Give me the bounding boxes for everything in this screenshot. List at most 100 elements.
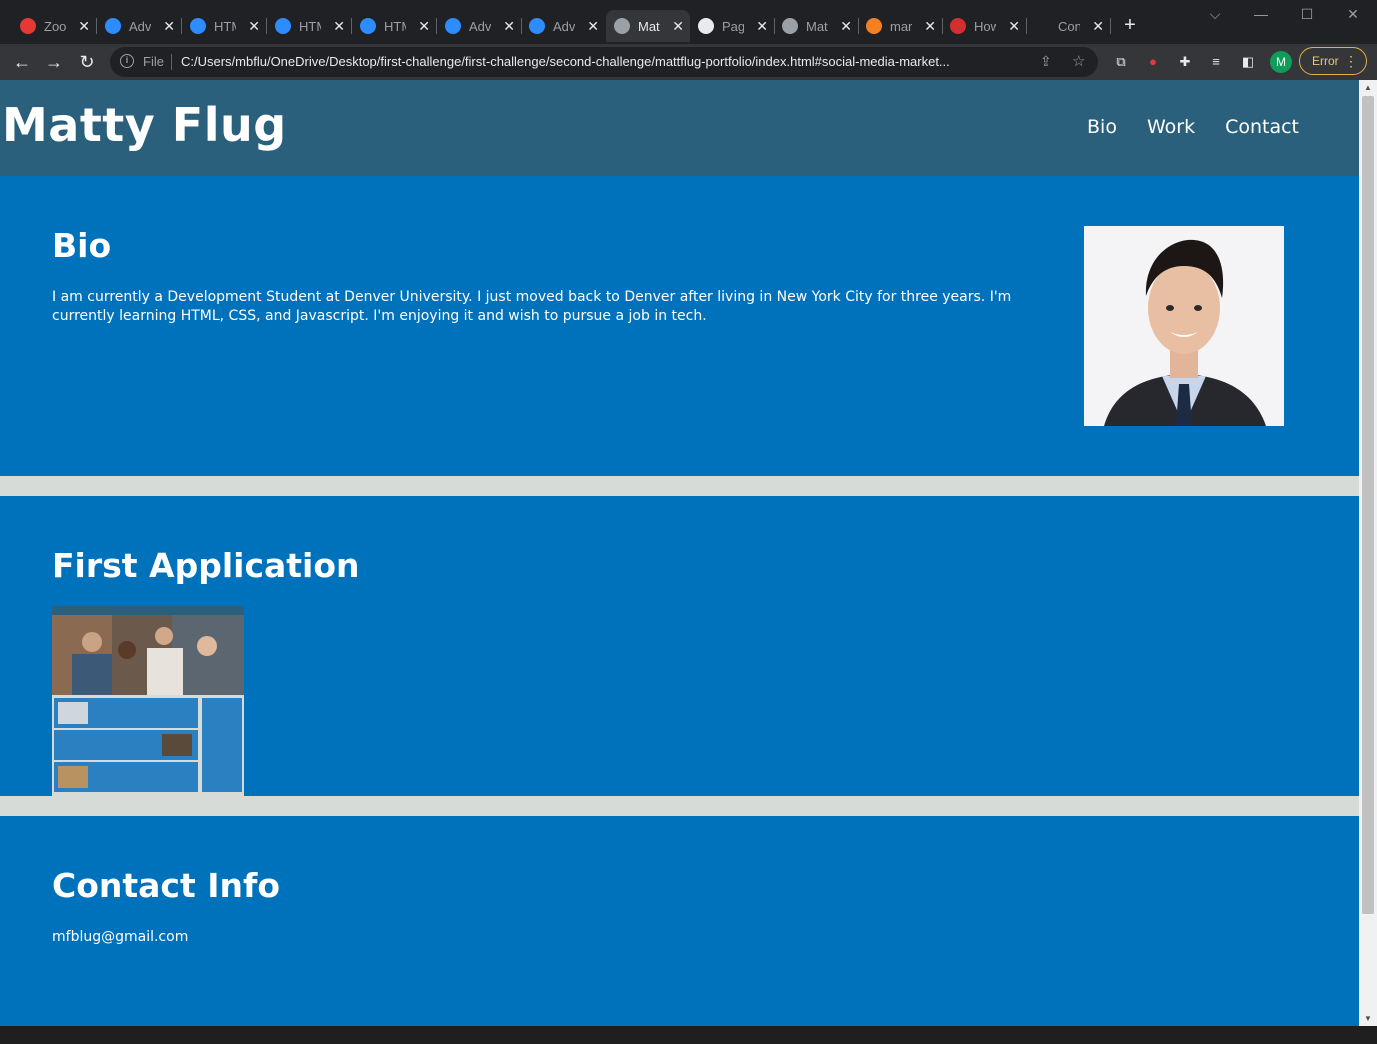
extension-translate-icon[interactable]: ⧉ [1112,53,1130,71]
tab-title: mar [890,18,912,34]
tab-title: HTM [214,18,236,34]
tab-title: Pag [722,18,744,34]
tab-title: HTM [299,18,321,34]
reload-icon[interactable]: ↻ [75,50,99,74]
browser-tab[interactable]: HTM ✕ [182,10,267,42]
bio-text: I am currently a Development Student at … [52,289,1012,324]
window-close-icon[interactable]: ✕ [1343,6,1363,23]
tab-close-icon[interactable]: ✕ [78,18,90,34]
work-section: First Application [0,496,1359,796]
site-nav: Bio Work Contact [1087,116,1299,138]
tab-close-icon[interactable]: ✕ [587,18,599,34]
site-header: Matty Flug Bio Work Contact [0,80,1359,176]
side-panel-icon[interactable]: ◧ [1239,53,1257,71]
browser-tab[interactable]: Con ✕ [1026,10,1111,42]
tab-close-icon[interactable]: ✕ [248,18,260,34]
error-label: Error [1312,54,1339,68]
tab-favicon-icon [360,18,376,34]
work-heading: First Application [52,546,360,585]
scrollbar-thumb[interactable] [1362,96,1374,914]
tab-close-icon[interactable]: ✕ [1092,18,1104,34]
browser-tab[interactable]: Zoo ✕ [12,10,97,42]
scroll-down-arrow-icon[interactable]: ▼ [1364,1014,1372,1023]
browser-tab[interactable]: How ✕ [942,10,1027,42]
browser-tab[interactable]: Mat ✕ [606,10,690,42]
tab-close-icon[interactable]: ✕ [756,18,768,34]
contact-heading: Contact Info [52,866,281,905]
browser-tab[interactable]: HTM ✕ [352,10,437,42]
share-icon[interactable]: ⇪ [1040,53,1052,70]
tab-title: Adv [129,18,151,34]
tab-favicon-icon [614,18,630,34]
profile-photo [1084,226,1284,426]
tab-title: Mat [638,18,660,34]
tab-title: How [974,18,996,34]
browser-tab[interactable]: Pag ✕ [690,10,775,42]
nav-link-work[interactable]: Work [1147,116,1195,138]
browser-tab[interactable]: Adv ✕ [97,10,182,42]
tab-close-icon[interactable]: ✕ [333,18,345,34]
browser-tab[interactable]: Mat ✕ [774,10,859,42]
contact-email[interactable]: mfblug@gmail.com [52,928,188,947]
error-button[interactable]: Error ⋮ [1299,47,1367,75]
bio-section: Bio I am currently a Development Student… [0,176,1359,476]
project-screenshot[interactable] [52,606,244,796]
bookmark-star-icon[interactable]: ☆ [1072,52,1085,70]
tab-favicon-icon [782,18,798,34]
tab-favicon-icon [1034,18,1050,34]
site-title: Matty Flug [2,98,287,152]
tab-separator [1110,18,1111,34]
tab-favicon-icon [950,18,966,34]
tab-close-icon[interactable]: ✕ [418,18,430,34]
tab-favicon-icon [20,18,36,34]
page-viewport: Matty Flug Bio Work Contact Bio I am cur… [0,80,1359,1026]
tab-favicon-icon [445,18,461,34]
nav-link-bio[interactable]: Bio [1087,116,1117,138]
tab-favicon-icon [866,18,882,34]
address-scheme: File [143,54,164,69]
extension-stop-icon[interactable]: ● [1144,53,1162,71]
nav-link-contact[interactable]: Contact [1225,116,1299,138]
tab-close-icon[interactable]: ✕ [672,18,684,34]
tab-strip: Zoo ✕ Adv ✕ HTM ✕ HTM ✕ HTM ✕ Adv ✕ Adv ✕ Mat ✕ Pag ✕ Mat ✕… [0,0,1377,44]
contact-section: Contact Info mfblug@gmail.com [0,816,1359,1026]
browser-toolbar: ← → ↻ i File C:/Users/mbflu/OneDrive/Des… [0,44,1377,80]
back-arrow-icon[interactable]: ← [10,50,34,74]
info-icon[interactable]: i [120,54,134,68]
browser-tab[interactable]: Adv ✕ [437,10,522,42]
scroll-up-arrow-icon[interactable]: ▲ [1364,83,1372,92]
browser-tab[interactable]: mar ✕ [858,10,943,42]
bio-heading: Bio [52,226,112,265]
os-taskbar [0,1026,1377,1044]
browser-tab[interactable]: HTM ✕ [267,10,352,42]
reading-list-icon[interactable]: ≡ [1207,53,1225,71]
tab-close-icon[interactable]: ✕ [840,18,852,34]
profile-avatar[interactable]: M [1270,51,1292,73]
tab-title: Adv [469,18,491,34]
tab-favicon-icon [105,18,121,34]
tab-title: HTM [384,18,406,34]
tab-favicon-icon [190,18,206,34]
tab-close-icon[interactable]: ✕ [163,18,175,34]
tab-title: Con [1058,18,1080,34]
tab-close-icon[interactable]: ✕ [924,18,936,34]
tab-close-icon[interactable]: ✕ [1008,18,1020,34]
address-bar[interactable]: i File C:/Users/mbflu/OneDrive/Desktop/f… [110,47,1098,77]
tab-search-icon[interactable]: ⌵ [1205,6,1225,23]
tab-favicon-icon [529,18,545,34]
new-tab-button[interactable]: + [1118,14,1142,38]
maximize-icon[interactable]: ☐ [1297,6,1317,23]
tab-close-icon[interactable]: ✕ [503,18,515,34]
address-url[interactable]: C:/Users/mbflu/OneDrive/Desktop/first-ch… [181,54,1031,69]
extensions-puzzle-icon[interactable]: ✚ [1176,53,1194,71]
tab-title: Mat [806,18,828,34]
browser-tab[interactable]: Adv ✕ [521,10,605,42]
tab-favicon-icon [275,18,291,34]
more-menu-icon[interactable]: ⋮ [1344,48,1358,74]
page-scrollbar[interactable]: ▲ ▼ [1359,80,1377,1026]
minimize-icon[interactable]: — [1251,6,1271,22]
tab-title: Adv [553,18,575,34]
forward-arrow-icon[interactable]: → [42,50,66,74]
tab-title: Zoo [44,18,66,34]
tab-favicon-icon [698,18,714,34]
